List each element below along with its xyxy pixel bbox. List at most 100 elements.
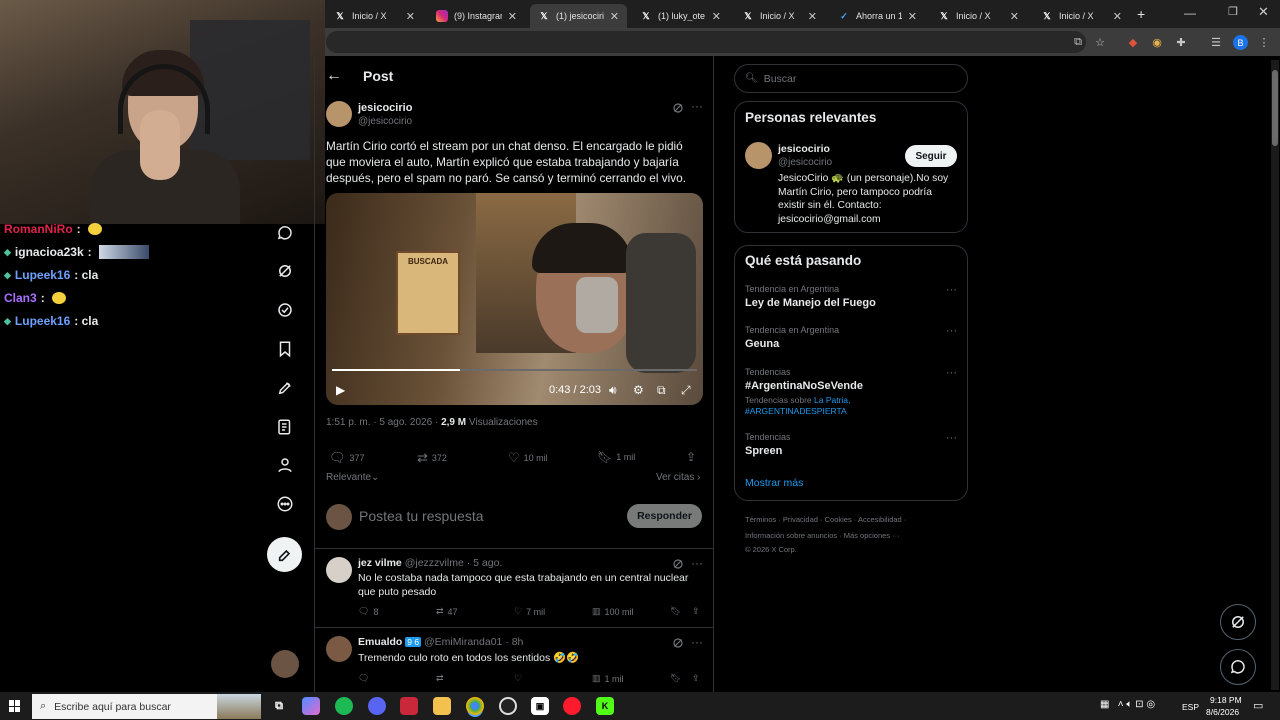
lists-icon[interactable] — [272, 414, 298, 440]
trend-item[interactable]: Tendencias Spreen ··· — [745, 432, 957, 457]
reply-icon[interactable]: 🗨︎ — [358, 673, 369, 684]
reply-time[interactable]: · 5 ago. — [467, 557, 503, 569]
chat-username[interactable]: RomanNiRo — [4, 222, 73, 236]
repost-icon[interactable]: ⇄ — [436, 673, 444, 684]
input-language[interactable]: ESP — [1182, 702, 1199, 712]
bookmarks-icon[interactable] — [272, 336, 298, 362]
extension-red-icon[interactable]: ◆ — [1125, 34, 1141, 50]
windows-start-icon[interactable] — [9, 700, 21, 712]
obs-icon[interactable] — [499, 697, 517, 715]
trend-more-icon[interactable]: ··· — [946, 432, 957, 444]
grok-floating-button[interactable] — [1220, 604, 1256, 640]
profile-avatar[interactable]: B — [1233, 35, 1248, 50]
trend-more-icon[interactable]: ··· — [946, 325, 957, 337]
reply-author-name[interactable]: jez vilme — [358, 557, 402, 569]
back-arrow-icon[interactable]: ← — [326, 67, 342, 85]
close-tab-icon[interactable]: ✕ — [808, 10, 817, 23]
reply-repost-action[interactable]: ⇄ 47 — [436, 606, 458, 617]
author-name[interactable]: jesicocirio — [358, 102, 412, 114]
relevant-name[interactable]: jesicocirio — [778, 143, 830, 155]
close-window-icon[interactable]: ✕ — [1258, 4, 1269, 20]
taskbar-date[interactable]: 8/6/2026 — [1206, 707, 1239, 717]
rocket-icon[interactable] — [272, 375, 298, 401]
minimize-icon[interactable]: — — [1184, 6, 1196, 20]
volume-icon[interactable]: 🔊︎ — [609, 383, 617, 398]
follow-button[interactable]: Seguir — [905, 145, 957, 167]
task-view-icon[interactable]: ⧉ — [270, 697, 288, 715]
reply-more-icon[interactable]: ··· — [691, 635, 703, 649]
reply-input[interactable]: Postea tu respuesta — [359, 508, 484, 524]
post-timestamp[interactable]: 1:51 p. m. · 5 ago. 2026 · — [326, 417, 438, 428]
chat-username[interactable]: Clan3 — [4, 291, 37, 305]
messages-floating-button[interactable] — [1220, 649, 1256, 685]
reply-author-handle[interactable]: @EmiMiranda01 — [424, 636, 502, 648]
chat-username[interactable]: Lupeek16 — [15, 268, 70, 282]
extension-color-icon[interactable]: ◉ — [1149, 34, 1165, 50]
browser-tab[interactable]: 𝕏 Inicio / X ✕ — [930, 4, 1027, 28]
bookmark-star-icon[interactable]: ☆ — [1092, 34, 1108, 50]
reply-avatar[interactable] — [326, 557, 352, 583]
grok-icon[interactable] — [272, 258, 298, 284]
video-player[interactable]: BUSCADA ▶ 0:43 / 2:03 🔊︎ ⚙ ⧉ ⤢ — [326, 193, 703, 405]
share-icon[interactable]: ⇪ — [692, 673, 700, 684]
browser-tab[interactable]: 𝕏 Inicio / X ✕ — [326, 4, 423, 28]
reply-views[interactable]: ▥ 100 mil — [592, 606, 634, 617]
play-icon[interactable]: ▶ — [336, 383, 345, 397]
reply-like-action[interactable]: ♡ 7 mil — [514, 606, 545, 617]
browser-tab[interactable]: ✓ Ahorra un 10 ✕ — [830, 4, 925, 28]
spotify-icon[interactable] — [335, 697, 353, 715]
reply-author-name[interactable]: Emualdo — [358, 636, 402, 648]
reply-more-icon[interactable]: ··· — [691, 556, 703, 570]
trend-more-icon[interactable]: ··· — [946, 284, 957, 296]
author-avatar[interactable] — [326, 101, 352, 127]
voicemeeter-icon[interactable] — [400, 697, 418, 715]
share-icon[interactable]: ⇪ — [686, 450, 696, 464]
view-quotes-link[interactable]: Ver citas › — [656, 472, 700, 483]
footer-links[interactable]: Términos · Privacidad · Cookies · Accesi… — [745, 515, 906, 524]
reply-avatar[interactable] — [326, 636, 352, 662]
browser-tab[interactable]: (9) Instagram ✕ — [428, 4, 525, 28]
sort-dropdown[interactable]: Relevante⌄ — [326, 472, 379, 483]
close-tab-icon[interactable]: ✕ — [406, 10, 415, 23]
tray-icons[interactable]: ▦ ˄ 🔈︎ ⊡ ◎ — [1100, 699, 1155, 710]
chrome-icon[interactable] — [466, 697, 484, 715]
trend-more-icon[interactable]: ··· — [946, 367, 957, 379]
share-icon[interactable]: ⇪ — [692, 606, 700, 617]
browser-tab[interactable]: 𝕏 (1) jesicocirio ✕ — [530, 4, 627, 28]
close-tab-icon[interactable]: ✕ — [508, 10, 517, 23]
bookmark-icon[interactable]: 🔖︎ — [670, 606, 681, 617]
restore-icon[interactable]: ❐ — [1228, 5, 1238, 18]
close-tab-icon[interactable]: ✕ — [610, 10, 619, 23]
taskbar-search[interactable]: ⌕ Escribe aquí para buscar — [32, 694, 261, 719]
trend-item[interactable]: Tendencias #ArgentinaNoSeVende ··· Tendenci… — [745, 367, 957, 417]
reply-action[interactable]: 🗨︎ 377 — [329, 450, 365, 466]
relevant-handle[interactable]: @jesicocirio — [778, 157, 832, 168]
trend-item[interactable]: Tendencia en Argentina Geuna ··· — [745, 325, 957, 350]
verified-icon[interactable] — [272, 297, 298, 323]
chat-username[interactable]: ignacioa23k — [15, 245, 84, 259]
post-more-icon[interactable]: ··· — [691, 99, 703, 113]
extensions-puzzle-icon[interactable]: ✚ — [1173, 34, 1189, 50]
heart-icon[interactable]: ♡ — [514, 673, 522, 684]
app-icon[interactable]: ▣ — [531, 697, 549, 715]
notifications-icon[interactable]: ▭ — [1253, 699, 1263, 712]
close-tab-icon[interactable]: ✕ — [1113, 10, 1122, 23]
author-handle[interactable]: @jesicocirio — [358, 116, 412, 127]
account-avatar[interactable] — [271, 650, 299, 678]
page-scrollbar[interactable] — [1271, 60, 1279, 690]
relevant-avatar[interactable] — [745, 142, 772, 169]
more-options-icon[interactable] — [272, 491, 298, 517]
show-more-link[interactable]: Mostrar más — [745, 477, 803, 489]
new-tab-button[interactable]: + — [1137, 6, 1151, 22]
file-explorer-icon[interactable] — [433, 697, 451, 715]
reply-author-handle[interactable]: @jezzzvilme — [405, 557, 464, 569]
messages-icon[interactable] — [272, 220, 298, 246]
opera-icon[interactable] — [563, 697, 581, 715]
reply-reply-action[interactable]: 🗨︎ 8 — [358, 606, 378, 617]
scrollbar-thumb[interactable] — [1272, 70, 1278, 146]
close-tab-icon[interactable]: ✕ — [908, 10, 917, 23]
discord-icon[interactable] — [368, 697, 386, 715]
bookmark-icon[interactable]: 🔖︎ — [670, 673, 681, 684]
taskbar-time[interactable]: 9:18 PM — [1210, 695, 1242, 705]
chat-username[interactable]: Lupeek16 — [15, 314, 70, 328]
